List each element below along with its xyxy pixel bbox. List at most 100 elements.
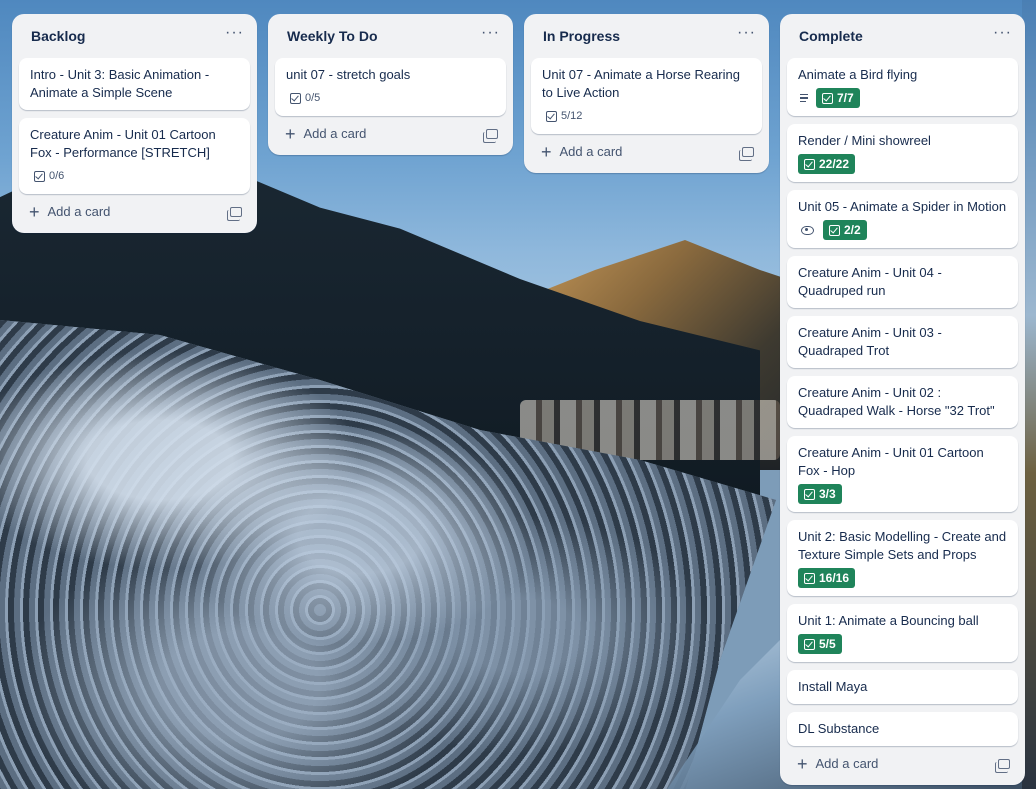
card-badges: 16/16 <box>798 568 1007 588</box>
add-card-button[interactable]: + Add a card <box>541 141 623 162</box>
list-menu-icon[interactable]: ··· <box>993 25 1012 44</box>
card-title: Creature Anim - Unit 02 : Quadraped Walk… <box>798 385 995 418</box>
list-header: Backlog ··· <box>19 22 250 50</box>
list-header: In Progress ··· <box>531 22 762 50</box>
checklist-complete-badge: 7/7 <box>816 88 860 108</box>
list-in-progress: In Progress ··· Unit 07 - Animate a Hors… <box>524 14 769 173</box>
list-footer: + Add a card <box>531 134 762 165</box>
plus-icon: + <box>285 123 296 144</box>
list-header: Complete ··· <box>787 22 1018 50</box>
card[interactable]: Animate a Bird flying 7/7 <box>787 58 1018 116</box>
card-title: Creature Anim - Unit 03 - Quadraped Trot <box>798 325 942 358</box>
card[interactable]: Creature Anim - Unit 01 Cartoon Fox - Ho… <box>787 436 1018 512</box>
checklist-badge: 0/6 <box>30 166 68 186</box>
add-card-button[interactable]: + Add a card <box>285 123 367 144</box>
checklist-complete-badge: 2/2 <box>823 220 867 240</box>
checklist-count: 7/7 <box>837 91 854 105</box>
card-list: Intro - Unit 3: Basic Animation - Animat… <box>19 58 250 194</box>
list-weekly-to-do: Weekly To Do ··· unit 07 - stretch goals… <box>268 14 513 155</box>
card-badges: 0/5 <box>286 88 495 108</box>
list-menu-icon[interactable]: ··· <box>737 25 756 44</box>
card[interactable]: Unit 05 - Animate a Spider in Motion 2/2 <box>787 190 1018 248</box>
card-badges: 7/7 <box>798 88 1007 108</box>
list-title[interactable]: In Progress <box>543 28 620 44</box>
card[interactable]: unit 07 - stretch goals 0/5 <box>275 58 506 116</box>
list-title[interactable]: Weekly To Do <box>287 28 378 44</box>
card-title: Intro - Unit 3: Basic Animation - Animat… <box>30 67 210 100</box>
checklist-count: 5/12 <box>561 110 583 122</box>
board: Backlog ··· Intro - Unit 3: Basic Animat… <box>12 14 1025 785</box>
plus-icon: + <box>29 201 40 222</box>
card-badges: 5/12 <box>542 106 751 126</box>
list-menu-icon[interactable]: ··· <box>225 25 244 44</box>
list-menu-icon[interactable]: ··· <box>481 25 500 44</box>
checklist-count: 0/6 <box>49 170 65 182</box>
checklist-count: 2/2 <box>844 223 861 237</box>
checklist-complete-badge: 5/5 <box>798 634 842 654</box>
card-title: Render / Mini showreel <box>798 133 931 148</box>
card-badges: 5/5 <box>798 634 1007 654</box>
card-list: Animate a Bird flying 7/7 Render / Mini … <box>787 58 1018 746</box>
add-card-label: Add a card <box>303 126 367 141</box>
card-title: Unit 07 - Animate a Horse Rearing to Liv… <box>542 67 740 100</box>
card-title: Creature Anim - Unit 01 Cartoon Fox - Pe… <box>30 127 216 160</box>
checklist-icon <box>822 92 833 104</box>
card-title: Unit 05 - Animate a Spider in Motion <box>798 199 1007 214</box>
list-title[interactable]: Complete <box>799 28 863 44</box>
list-title[interactable]: Backlog <box>31 28 85 44</box>
add-card-label: Add a card <box>47 204 111 219</box>
checklist-complete-badge: 3/3 <box>798 484 842 504</box>
card[interactable]: Creature Anim - Unit 01 Cartoon Fox - Pe… <box>19 118 250 194</box>
list-complete: Complete ··· Animate a Bird flying 7/7 R… <box>780 14 1025 785</box>
create-from-template-icon[interactable] <box>739 146 754 161</box>
card[interactable]: Intro - Unit 3: Basic Animation - Animat… <box>19 58 250 110</box>
create-from-template-icon[interactable] <box>995 758 1010 773</box>
card[interactable]: Creature Anim - Unit 03 - Quadraped Trot <box>787 316 1018 368</box>
card-title: Creature Anim - Unit 01 Cartoon Fox - Ho… <box>798 445 984 478</box>
card[interactable]: Creature Anim - Unit 02 : Quadraped Walk… <box>787 376 1018 428</box>
card-badges: 2/2 <box>798 220 1007 240</box>
add-card-label: Add a card <box>815 756 879 771</box>
card-badges: 0/6 <box>30 166 239 186</box>
card-badges: 22/22 <box>798 154 1007 174</box>
create-from-template-icon[interactable] <box>227 206 242 221</box>
card[interactable]: DL Substance <box>787 712 1018 746</box>
checklist-icon <box>804 638 815 650</box>
list-footer: + Add a card <box>19 194 250 225</box>
card-title: DL Substance <box>798 721 880 736</box>
list-footer: + Add a card <box>275 116 506 147</box>
card-title: Animate a Bird flying <box>798 67 918 82</box>
list-backlog: Backlog ··· Intro - Unit 3: Basic Animat… <box>12 14 257 233</box>
checklist-icon <box>804 572 815 584</box>
add-card-label: Add a card <box>559 144 623 159</box>
card-list: Unit 07 - Animate a Horse Rearing to Liv… <box>531 58 762 134</box>
description-icon <box>798 93 810 103</box>
checklist-count: 3/3 <box>819 487 836 501</box>
checklist-icon <box>34 170 45 182</box>
plus-icon: + <box>797 753 808 774</box>
card-title: Unit 1: Animate a Bouncing ball <box>798 613 979 628</box>
checklist-icon <box>804 158 815 170</box>
checklist-badge: 5/12 <box>542 106 586 126</box>
card[interactable]: Unit 1: Animate a Bouncing ball 5/5 <box>787 604 1018 662</box>
checklist-count: 0/5 <box>305 92 321 104</box>
eye-icon <box>801 225 814 235</box>
card[interactable]: Unit 2: Basic Modelling - Create and Tex… <box>787 520 1018 596</box>
add-card-button[interactable]: + Add a card <box>29 201 111 222</box>
checklist-complete-badge: 16/16 <box>798 568 856 588</box>
card[interactable]: Install Maya <box>787 670 1018 704</box>
create-from-template-icon[interactable] <box>483 128 498 143</box>
plus-icon: + <box>541 141 552 162</box>
checklist-count: 22/22 <box>819 157 850 171</box>
checklist-count: 5/5 <box>819 637 836 651</box>
checklist-icon <box>804 488 815 500</box>
card-badges: 3/3 <box>798 484 1007 504</box>
checklist-count: 16/16 <box>819 571 850 585</box>
add-card-button[interactable]: + Add a card <box>797 753 879 774</box>
card[interactable]: Render / Mini showreel 22/22 <box>787 124 1018 182</box>
card[interactable]: Creature Anim - Unit 04 - Quadruped run <box>787 256 1018 308</box>
card[interactable]: Unit 07 - Animate a Horse Rearing to Liv… <box>531 58 762 134</box>
list-header: Weekly To Do ··· <box>275 22 506 50</box>
card-title: Install Maya <box>798 679 868 694</box>
card-title: Unit 2: Basic Modelling - Create and Tex… <box>798 529 1007 562</box>
